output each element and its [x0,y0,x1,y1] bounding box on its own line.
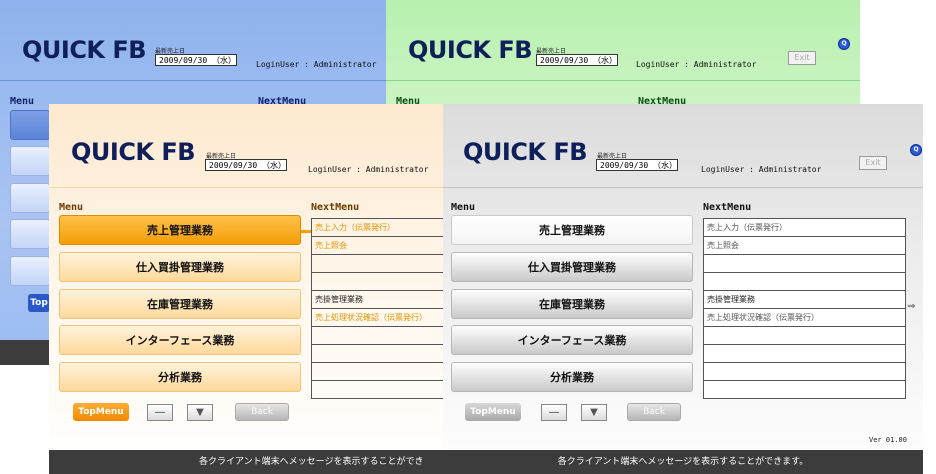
top-menu-button[interactable]: Top [28,294,50,312]
nav-down-button[interactable]: ▼ [581,404,607,421]
nextmenu-list: 売上入力（伝票発行） 売上照会 売掛管理業務 売上処理状況確認（伝票発行） [311,218,449,399]
nextmenu-item-9[interactable] [312,363,449,381]
login-user-label: LoginUser : Administrator [308,165,429,174]
login-user-label: LoginUser : Administrator [256,60,377,69]
menu-button-inventory[interactable]: 在庫管理業務 [59,289,301,319]
nextmenu-item-6[interactable]: 売上処理状況確認（伝票発行） [312,309,449,327]
latest-sales-date-field: 2009/09/30 （水） [536,54,618,66]
help-icon[interactable]: Q [910,144,922,156]
back-button[interactable]: Back [235,403,289,421]
header-divider [443,187,923,188]
header-divider [386,80,860,81]
menu-button-sales[interactable] [10,110,50,140]
window-orange-theme: QUICK FB 最新売上日 2009/09/30 （水） LoginUser … [49,104,449,474]
status-message: 各クライアント端末へメッセージを表示することができ [199,457,424,467]
latest-sales-date-field: 2009/09/30 （水） [205,159,287,171]
back-button[interactable]: Back [627,403,681,421]
top-menu-button[interactable]: TopMenu [73,403,129,421]
nextmenu-item-9[interactable] [704,363,906,381]
menu-button-purchase[interactable]: 仕入買掛管理業務 [59,252,301,282]
menu-button-analysis[interactable] [10,256,50,286]
menu-button-interface[interactable]: インターフェース業務 [451,325,693,355]
menu-button-purchase[interactable]: 仕入買掛管理業務 [451,252,693,282]
menu-heading: Menu [59,202,84,213]
nextmenu-item-10[interactable] [312,381,449,399]
login-user-label: LoginUser : Administrator [636,60,757,69]
window-green-theme: QUICK FB 最新売上日 2009/09/30 （水） LoginUser … [386,0,860,112]
nextmenu-item-8[interactable] [704,345,906,363]
exit-button[interactable]: Exit [859,156,887,170]
nextmenu-item-2[interactable]: 売上照会 [312,237,449,255]
status-bar: 各クライアント端末へメッセージを表示することができ [49,450,449,474]
nextmenu-heading: NextMenu [703,202,752,213]
nextmenu-list: 売上入力（伝票発行） 売上照会 売掛管理業務 売上処理状況確認（伝票発行） [703,218,906,399]
login-user-label: LoginUser : Administrator [701,165,822,174]
status-bar: 各クライアント端末へメッセージを表示することができます。 [443,450,923,474]
header-divider [0,80,390,81]
menu-button-interface[interactable]: インターフェース業務 [59,325,301,355]
nextmenu-item-10[interactable] [704,381,906,399]
exit-button[interactable]: Exit [788,51,816,65]
latest-sales-date-field: 2009/09/30 （水） [155,54,237,66]
nextmenu-item-8[interactable] [312,345,449,363]
menu-heading: Menu [451,202,476,213]
app-logo: QUICK FB [71,138,196,166]
nav-down-button[interactable]: ▼ [187,404,213,421]
nav-minus-button[interactable]: ― [541,404,567,421]
menu-heading: Menu [10,96,35,107]
nextmenu-item-2[interactable]: 売上照会 [704,237,906,255]
nextmenu-item-6[interactable]: 売上処理状況確認（伝票発行） [704,309,906,327]
nextmenu-item-4[interactable] [704,273,906,291]
app-logo: QUICK FB [408,36,533,64]
nextmenu-item-4[interactable] [312,273,449,291]
nextmenu-item-5[interactable]: 売掛管理業務 [312,291,449,309]
nextmenu-heading: NextMenu [311,202,360,213]
menu-button-interface[interactable] [10,219,50,249]
nextmenu-item-3[interactable] [704,255,906,273]
arrow-right-icon: ⇒ [907,301,916,312]
menu-button-sales[interactable]: 売上管理業務 [451,215,693,245]
nextmenu-item-3[interactable] [312,255,449,273]
menu-button-analysis[interactable]: 分析業務 [451,362,693,392]
window-gray-theme: QUICK FB 最新売上日 2009/09/30 （水） LoginUser … [443,104,923,474]
app-logo: QUICK FB [463,138,588,166]
nav-minus-button[interactable]: ― [147,404,173,421]
nextmenu-item-7[interactable] [312,327,449,345]
help-icon[interactable]: Q [838,38,850,50]
latest-sales-date-field: 2009/09/30 （水） [596,159,678,171]
menu-button-inventory[interactable]: 在庫管理業務 [451,289,693,319]
menu-button-sales[interactable]: 売上管理業務 [59,215,301,245]
nextmenu-item-5[interactable]: 売掛管理業務 [704,291,906,309]
nextmenu-item-1[interactable]: 売上入力（伝票発行） [312,219,449,237]
header-divider [49,187,449,188]
menu-button-purchase[interactable] [10,146,50,176]
nextmenu-item-1[interactable]: 売上入力（伝票発行） [704,219,906,237]
nextmenu-item-7[interactable] [704,327,906,345]
selection-connector [301,230,311,233]
menu-button-analysis[interactable]: 分析業務 [59,362,301,392]
menu-button-inventory[interactable] [10,183,50,213]
app-logo: QUICK FB [22,36,147,64]
version-label: Ver 01.00 [869,436,907,444]
top-menu-button[interactable]: TopMenu [465,403,521,421]
status-message: 各クライアント端末へメッセージを表示することができます。 [557,457,809,467]
